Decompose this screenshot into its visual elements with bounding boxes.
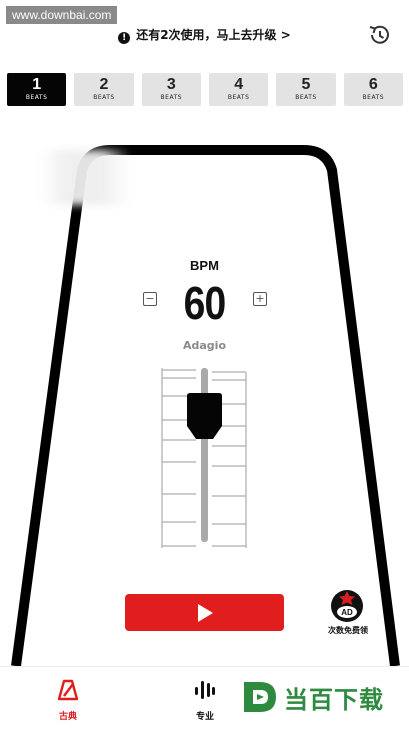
pendulum-weight [187, 393, 222, 439]
blurred-area [40, 150, 130, 205]
ad-caption: 次数免费领 [328, 626, 368, 635]
waveform-icon [195, 681, 215, 699]
brand-logo-icon [244, 682, 276, 712]
bpm-label: BPM [190, 258, 219, 273]
nav-tab-classic[interactable]: 古典 [38, 667, 98, 729]
increase-bpm-button[interactable]: + [253, 292, 267, 306]
ad-badge-text: AD [341, 608, 353, 617]
play-icon [198, 604, 213, 622]
tempo-name: Adagio [182, 339, 226, 352]
decrease-bpm-button[interactable]: − [143, 292, 157, 306]
nav-label-professional: 专业 [195, 712, 214, 722]
nav-label-classic: 古典 [58, 712, 77, 722]
nav-tab-professional[interactable]: 专业 [175, 667, 235, 729]
brand-watermark: 当百下载 [240, 678, 406, 716]
bpm-value[interactable]: 60 [31, 276, 379, 330]
play-button[interactable] [125, 594, 284, 631]
metronome-icon [58, 679, 78, 701]
brand-text: 当百下载 [284, 687, 384, 714]
